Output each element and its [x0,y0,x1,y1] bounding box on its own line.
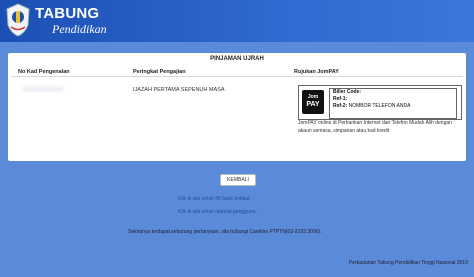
column-header-ic: No Kad Pengenalan [18,69,70,75]
ref2-value: NOMBOR TELEFON ANDA [348,103,411,109]
crest-icon [6,3,30,37]
jompay-description: JomPAY online di Perbankan Internet dan … [298,120,452,134]
jompay-reference-box: Jom PAY Biller Code: Ref-1: Ref-2: NOMBO… [298,85,462,120]
column-header-level: Peringkat Pengajian [133,69,186,75]
back-button[interactable]: KEMBALI [220,174,256,186]
manual-link[interactable]: Klik di sini untuk manual pengguna. [178,209,257,215]
footer-text: Perbadanan Tabung Pendidikan Tinggi Nasi… [348,260,468,266]
column-header-jompay: Rujukan JomPAY [294,69,339,75]
brand-title: TABUNG [35,5,100,22]
header-divider [11,76,463,77]
banks-link[interactable]: Klik di sini untuk 40 bank terlibat. [178,196,251,202]
ptptn-logo[interactable]: TABUNG Pendidikan [3,2,107,40]
study-level-value: IJAZAH PERTAMA SEPENUH MASA [133,87,225,93]
ref2-label: Ref-2: [333,103,348,109]
contact-info: Sekiranya terdapat sebarang pertanyaan, … [128,229,322,235]
section-title: PINJAMAN UJRAH [210,56,264,62]
footer-bar [0,255,474,277]
ic-number-redacted [22,86,64,92]
ref1-label: Ref-1: [333,96,348,102]
jompay-logo-bottom: PAY [306,101,320,108]
biller-details: Biller Code: Ref-1: Ref-2: NOMBOR TELEFO… [329,88,457,119]
brand-subtitle: Pendidikan [52,22,107,36]
loan-info-card: PINJAMAN UJRAH No Kad Pengenalan Peringk… [8,53,466,161]
jompay-logo-top: Jom [307,94,319,100]
biller-code-label: Biller Code: [333,89,362,95]
header-bar: TABUNG Pendidikan [0,0,474,42]
jompay-logo-icon: Jom PAY [302,90,324,114]
